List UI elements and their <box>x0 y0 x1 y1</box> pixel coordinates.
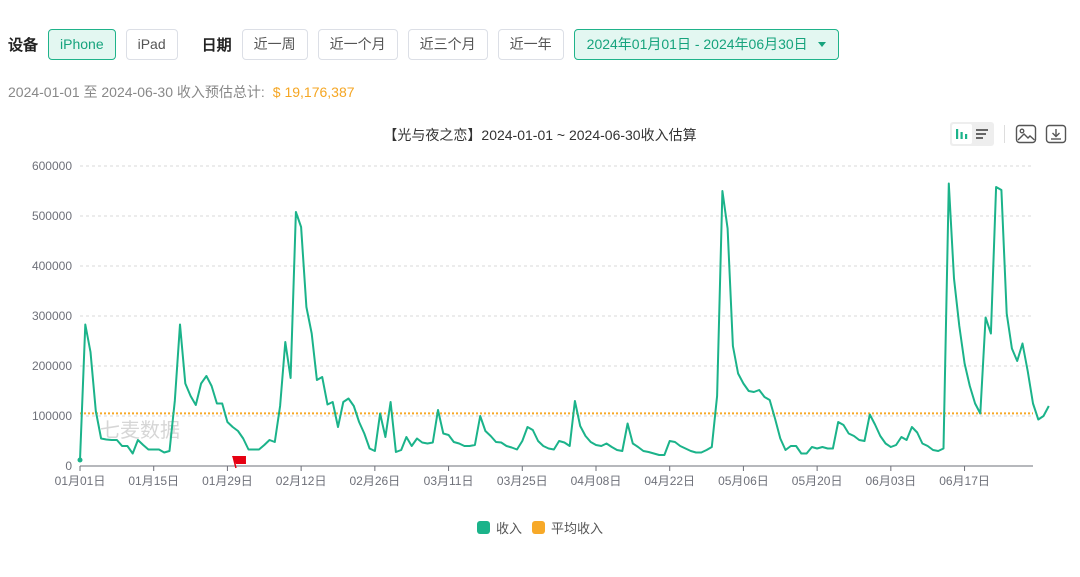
x-tick-label: 04月22日 <box>644 474 695 488</box>
chart-legend: 收入 平均收入 <box>0 518 1080 537</box>
device-label: 设备 <box>8 36 39 54</box>
data-point <box>77 457 83 463</box>
x-axis: 01月01日 01月15日 01月29日 02月12日 02月26日 03月11日 03月2… <box>55 466 990 488</box>
x-tick-label: 02月26日 <box>349 474 400 488</box>
range-year-button[interactable]: 近一年 <box>497 28 564 60</box>
download-icon[interactable] <box>1045 123 1067 145</box>
y-tick-label: 500000 <box>32 209 72 223</box>
legend-item-average[interactable]: 平均收入 <box>532 518 603 537</box>
x-tick-label: 01月01日 <box>55 474 106 488</box>
x-tick-label: 03月11日 <box>424 474 474 488</box>
y-tick-label: 200000 <box>32 359 72 373</box>
filter-bar: 设备 iPhone iPad 日期 近一周 近一个月 近三个月 近一年 2024… <box>8 28 839 60</box>
y-tick-label: 100000 <box>32 409 72 423</box>
image-icon[interactable] <box>1015 123 1037 145</box>
legend-item-income[interactable]: 收入 <box>476 518 522 537</box>
watermark: 七麦数据 <box>100 419 180 442</box>
bar-chart-view-button[interactable] <box>952 124 972 144</box>
x-tick-label: 04月08日 <box>571 474 622 488</box>
y-tick-label: 600000 <box>32 159 72 173</box>
x-tick-label: 05月06日 <box>718 474 769 488</box>
y-tick-label: 0 <box>65 459 72 473</box>
list-icon <box>976 129 988 139</box>
date-range-picker[interactable]: 2024年01月01日 - 2024年06月30日 <box>573 28 839 60</box>
legend-swatch-income <box>476 521 490 534</box>
y-tick-label: 400000 <box>32 259 72 273</box>
toolbar-divider <box>1004 125 1005 143</box>
x-tick-label: 03月25日 <box>497 474 548 488</box>
y-tick-label: 300000 <box>32 309 72 323</box>
list-view-button[interactable] <box>972 124 992 144</box>
x-tick-label: 01月15日 <box>128 474 179 488</box>
device-iphone-button[interactable]: iPhone <box>48 28 116 60</box>
legend-label-average: 平均收入 <box>551 521 604 536</box>
x-tick-label: 05月20日 <box>792 474 843 488</box>
income-points <box>77 457 83 463</box>
legend-swatch-average <box>532 521 545 534</box>
device-ipad-button[interactable]: iPad <box>125 28 178 60</box>
caret-down-icon <box>817 41 826 47</box>
range-three-months-button[interactable]: 近三个月 <box>407 28 488 60</box>
x-tick-label: 06月03日 <box>865 474 916 488</box>
date-label: 日期 <box>201 36 232 54</box>
summary-amount: $ 19,176,387 <box>272 84 355 100</box>
range-month-button[interactable]: 近一个月 <box>317 28 398 60</box>
range-week-button[interactable]: 近一周 <box>241 28 308 60</box>
revenue-summary: 2024-01-01 至 2024-06-30 收入预估总计: $ 19,176,… <box>8 82 355 102</box>
bar-chart-icon <box>956 129 968 139</box>
grid-lines <box>80 165 1033 417</box>
income-series-line[interactable] <box>79 182 1050 461</box>
date-range-value: 2024年01月01日 - 2024年06月30日 <box>586 35 808 52</box>
x-tick-label: 02月12日 <box>276 474 327 488</box>
revenue-line-chart: 0 100000 200000 300000 400000 500000 600000 七麦… <box>32 159 1050 488</box>
chart-title: 【光与夜之恋】2024-01-01 ~ 2024-06-30收入估算 <box>383 127 697 143</box>
view-toggle <box>950 122 994 146</box>
y-axis: 0 100000 200000 300000 400000 500000 600000 <box>32 159 72 473</box>
x-tick-label: 06月17日 <box>939 474 990 488</box>
summary-text: 2024-01-01 至 2024-06-30 收入预估总计: <box>8 84 265 100</box>
legend-label-income: 收入 <box>495 521 522 536</box>
x-tick-label: 01月29日 <box>202 474 253 488</box>
chart-toolbar <box>950 122 1075 146</box>
